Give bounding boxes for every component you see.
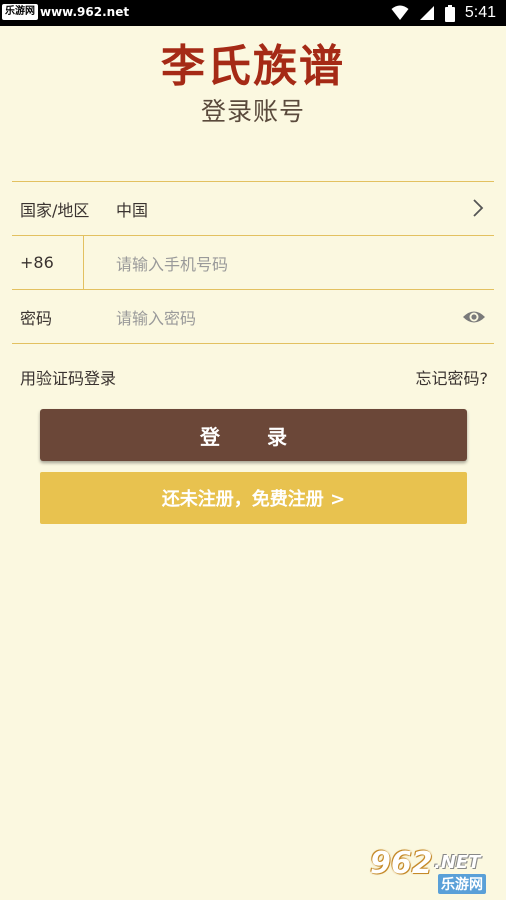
app-title: 李氏族谱 xyxy=(161,41,345,92)
login-form: 国家/地区 中国 +86 请输入手机号码 密码 请输入密码 xyxy=(12,181,494,344)
signal-icon xyxy=(419,6,434,20)
battery-icon xyxy=(444,4,455,22)
forgot-password-link[interactable]: 忘记密码? xyxy=(416,365,489,389)
country-value: 中国 xyxy=(116,200,149,220)
clock: 5:41 xyxy=(464,4,496,21)
chevron-right-icon xyxy=(473,199,484,217)
watermark-number: 962 xyxy=(370,846,433,881)
watermark-tld: .NET xyxy=(434,852,481,873)
register-button[interactable]: 还未注册，免费注册 > xyxy=(40,472,467,524)
country-selector[interactable]: 国家/地区 中国 xyxy=(12,182,494,236)
phone-prefix[interactable]: +86 xyxy=(12,236,84,289)
password-input[interactable]: 请输入密码 xyxy=(116,305,196,329)
site-url: www.962.net xyxy=(40,5,130,19)
status-left: 乐游网 www.962.net xyxy=(2,4,129,20)
eye-icon[interactable] xyxy=(462,305,486,329)
password-label: 密码 xyxy=(20,308,53,328)
phone-input[interactable]: 请输入手机号码 xyxy=(84,251,228,275)
auxiliary-links: 用验证码登录 忘记密码? xyxy=(20,366,488,388)
password-row: 密码 请输入密码 xyxy=(12,290,494,344)
login-button[interactable]: 登 录 xyxy=(40,409,467,461)
wifi-icon xyxy=(391,5,409,20)
status-bar: 乐游网 www.962.net 5:41 xyxy=(0,0,506,26)
sms-login-link[interactable]: 用验证码登录 xyxy=(20,365,116,389)
status-right: 5:41 xyxy=(391,2,496,24)
phone-row: +86 请输入手机号码 xyxy=(12,236,494,290)
watermark-cn: 乐游网 xyxy=(438,874,486,894)
watermark-logo: 962 .NET 乐游网 xyxy=(368,846,500,894)
country-label: 国家/地区 xyxy=(20,200,90,220)
page-subtitle: 登录账号 xyxy=(200,97,305,126)
site-badge: 乐游网 xyxy=(2,4,38,20)
